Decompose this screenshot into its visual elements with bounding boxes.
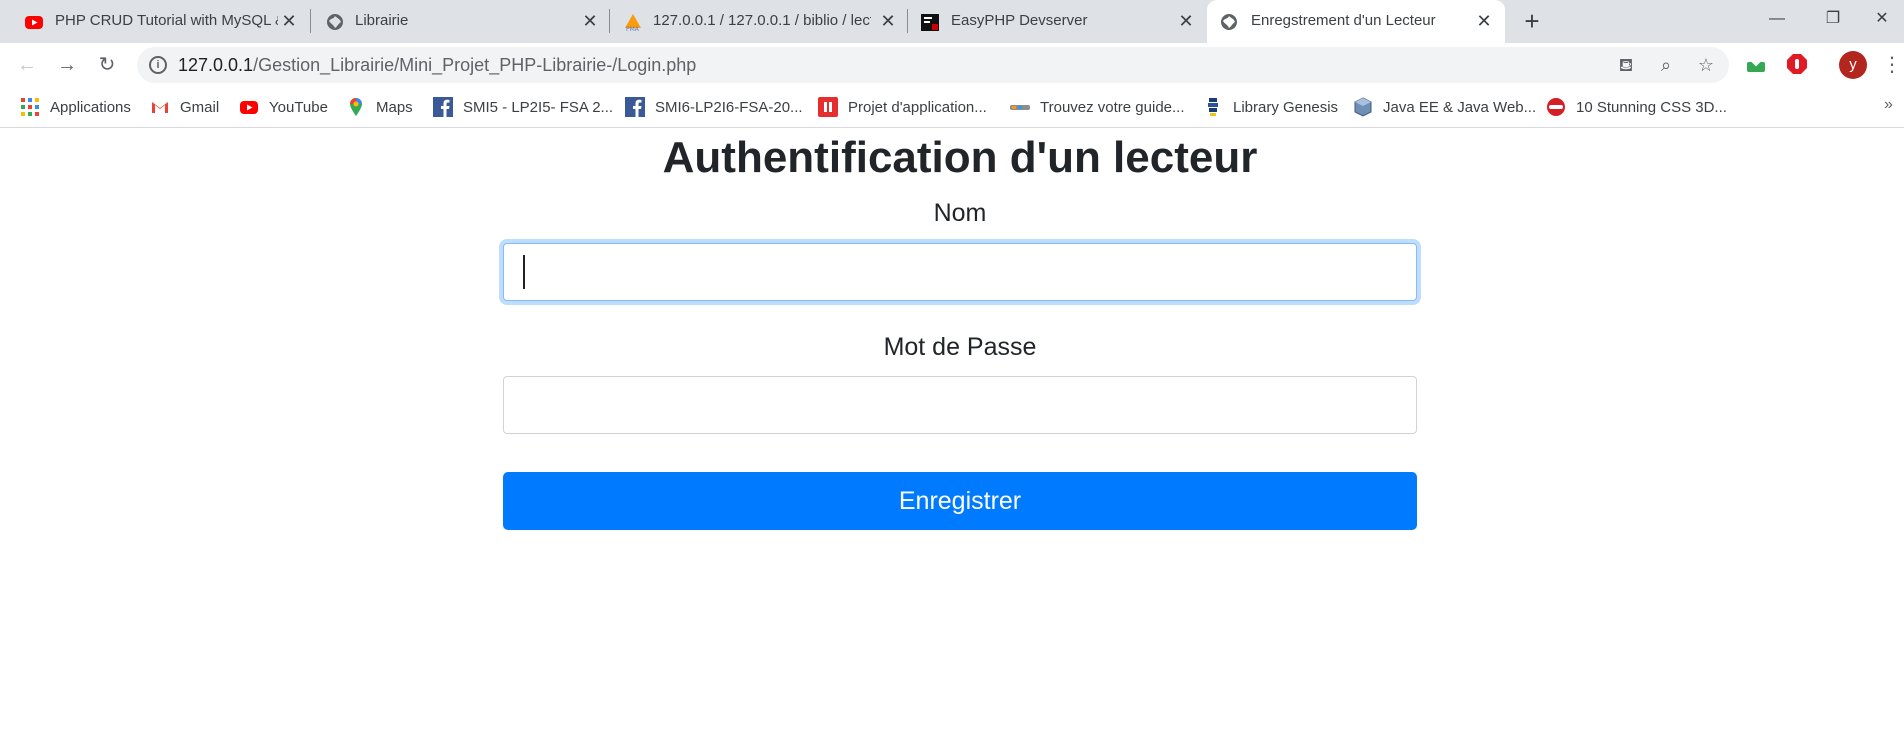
site-info-icon[interactable]: i <box>149 56 167 74</box>
tab-close-icon[interactable]: ✕ <box>1174 9 1198 33</box>
adblock-icon[interactable] <box>1785 52 1809 76</box>
tab-easyphp[interactable]: EasyPHP Devserver ✕ <box>910 0 1206 43</box>
bookmark-java-ee[interactable]: Java EE & Java Web... <box>1353 94 1536 120</box>
tab-close-icon[interactable]: ✕ <box>578 9 602 33</box>
java-icon <box>1354 97 1372 117</box>
tab-phpmyadmin[interactable]: PMA 127.0.0.1 / 127.0.0.1 / biblio / lec… <box>612 0 907 43</box>
bookmark-library-genesis[interactable]: Library Genesis <box>1203 94 1338 120</box>
facebook-icon <box>625 97 645 117</box>
bookmark-label: Applications <box>50 98 131 116</box>
facebook-icon <box>433 97 453 117</box>
tab-title: PHP CRUD Tutorial with MySQL & PHP <box>55 12 278 29</box>
easyphp-icon <box>921 14 939 31</box>
tab-strip: PHP CRUD Tutorial with MySQL & PHP ✕ Lib… <box>0 0 1904 43</box>
bookmark-smi5[interactable]: SMI5 - LP2I5- FSA 2... <box>433 94 613 120</box>
bookmark-label: Maps <box>376 98 413 116</box>
browser-toolbar: ← → ↻ i 127.0.0.1/Gestion_Librairie/Mini… <box>0 43 1904 86</box>
guide-icon <box>1010 105 1030 110</box>
minimize-icon[interactable]: — <box>1757 6 1797 32</box>
bookmark-label: 10 Stunning CSS 3D... <box>1576 98 1727 116</box>
text-caret <box>523 255 525 289</box>
zoom-icon[interactable]: ⌕ <box>1655 54 1677 76</box>
password-label: Mot de Passe <box>883 333 1037 361</box>
phpmyadmin-icon: PMA <box>625 14 641 32</box>
name-label: Nom <box>933 199 987 227</box>
bookmark-maps[interactable]: Maps <box>346 94 413 120</box>
bookmark-css-3d[interactable]: 10 Stunning CSS 3D... <box>1546 94 1727 120</box>
password-input[interactable] <box>503 376 1417 434</box>
close-window-icon[interactable]: ✕ <box>1862 6 1902 32</box>
enregistrer-button[interactable]: Enregistrer <box>503 472 1417 530</box>
bookmark-star-icon[interactable]: ☆ <box>1695 54 1717 76</box>
globe-icon <box>1221 14 1237 30</box>
svg-text:PMA: PMA <box>626 26 640 32</box>
tab-separator <box>310 9 311 33</box>
bookmark-label: Gmail <box>180 98 220 116</box>
bookmark-gmail[interactable]: Gmail <box>150 94 219 120</box>
url-host: 127.0.0.1 <box>178 55 254 75</box>
page-content: Authentification d'un lecteur Nom Mot de… <box>0 128 1904 735</box>
bookmark-projet[interactable]: Projet d'application... <box>818 94 987 120</box>
tab-separator <box>609 9 610 33</box>
bookmark-smi6[interactable]: SMI6-LP2I6-FSA-20... <box>625 94 803 120</box>
extension-download-icon[interactable] <box>1744 52 1768 76</box>
tab-close-icon[interactable]: ✕ <box>1472 9 1496 33</box>
tab-librairie[interactable]: Librairie ✕ <box>313 0 610 43</box>
bookmark-youtube[interactable]: YouTube <box>239 94 328 120</box>
reload-icon[interactable]: ↻ <box>93 51 121 79</box>
bookmark-label: Library Genesis <box>1233 98 1339 116</box>
css-icon <box>1547 98 1565 116</box>
new-tab-button[interactable]: + <box>1518 8 1546 36</box>
tab-title: EasyPHP Devserver <box>951 12 1088 29</box>
bookmark-label: YouTube <box>269 98 328 116</box>
gmail-icon <box>152 102 168 113</box>
forward-icon[interactable]: → <box>53 51 81 79</box>
apps-grid-icon <box>21 98 39 116</box>
maps-icon <box>350 98 362 116</box>
bookmark-label: Trouvez votre guide... <box>1040 98 1185 116</box>
bookmark-label: SMI5 - LP2I5- FSA 2... <box>463 98 614 116</box>
url-text[interactable]: 127.0.0.1/Gestion_Librairie/Mini_Projet_… <box>178 55 696 75</box>
tab-title: Enregstrement d'un Lecteur <box>1251 12 1436 29</box>
browser-menu-icon[interactable]: ⋮ <box>1882 51 1902 79</box>
name-input[interactable] <box>503 243 1417 301</box>
tab-php-crud[interactable]: PHP CRUD Tutorial with MySQL & PHP ✕ <box>0 0 306 43</box>
bookmark-label: Projet d'application... <box>848 98 987 116</box>
url-path: /Gestion_Librairie/Mini_Projet_PHP-Libra… <box>253 55 697 75</box>
tab-enregistrement[interactable]: Enregstrement d'un Lecteur ✕ <box>1207 0 1505 43</box>
bookmark-applications[interactable]: Applications <box>20 94 131 120</box>
youtube-icon <box>240 101 258 114</box>
projet-icon <box>818 97 838 117</box>
restore-icon[interactable]: ❐ <box>1813 6 1853 32</box>
address-bar[interactable]: i 127.0.0.1/Gestion_Librairie/Mini_Proje… <box>137 47 1729 83</box>
tab-separator <box>907 9 908 33</box>
bookmark-guide[interactable]: Trouvez votre guide... <box>1010 94 1185 120</box>
back-icon[interactable]: ← <box>13 51 41 79</box>
tab-title: Librairie <box>355 12 409 29</box>
bookmark-label: Java EE & Java Web... <box>1383 98 1537 116</box>
page-title: Authentification d'un lecteur <box>662 133 1258 182</box>
tab-close-icon[interactable]: ✕ <box>277 9 301 33</box>
bookmark-label: SMI6-LP2I6-FSA-20... <box>655 98 803 116</box>
tab-title: 127.0.0.1 / 127.0.0.1 / biblio / lecteur <box>653 12 871 29</box>
library-icon <box>1208 98 1218 116</box>
bookmarks-bar: Applications Gmail YouTube Maps SMI5 - L… <box>0 86 1904 128</box>
bookmarks-overflow-icon[interactable]: » <box>1884 96 1893 114</box>
translate-icon[interactable]: ⛾ <box>1615 54 1637 76</box>
youtube-icon <box>25 16 43 29</box>
tab-close-icon[interactable]: ✕ <box>876 9 900 33</box>
globe-icon <box>327 14 343 30</box>
profile-avatar[interactable]: y <box>1839 51 1867 79</box>
